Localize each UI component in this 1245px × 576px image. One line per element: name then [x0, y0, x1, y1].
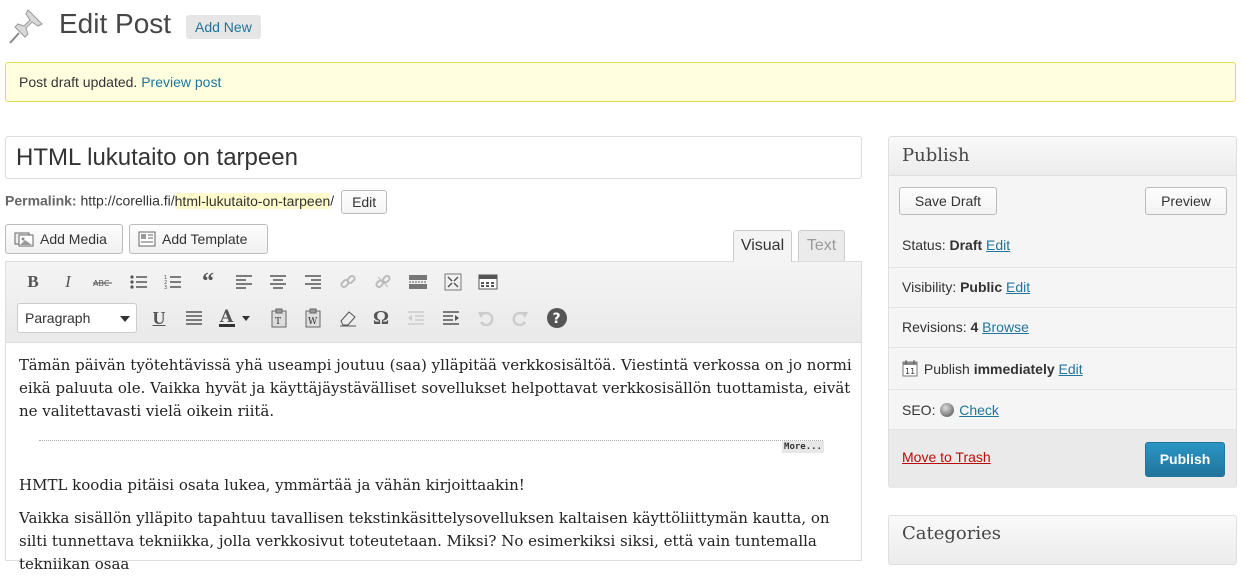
- page-title: Edit Post: [59, 8, 172, 39]
- permalink-label: Permalink:: [5, 192, 77, 209]
- svg-text:3: 3: [164, 285, 167, 290]
- outdent-icon[interactable]: [404, 306, 428, 330]
- pushpin-icon: [9, 9, 43, 44]
- calendar-day: 11: [905, 367, 915, 376]
- underline-icon[interactable]: U: [147, 306, 171, 330]
- notice-text: Post draft updated.: [19, 74, 138, 90]
- more-tag: More...: [782, 441, 824, 453]
- insert-more-icon[interactable]: [406, 270, 430, 294]
- format-select-value: Paragraph: [25, 310, 91, 326]
- preview-post-link[interactable]: Preview post: [141, 74, 221, 90]
- fullscreen-icon[interactable]: [441, 270, 465, 294]
- seo-status-dot-icon: [940, 403, 955, 417]
- revisions-count: 4: [970, 319, 979, 335]
- publish-edit-link[interactable]: Edit: [1059, 361, 1083, 377]
- seo-label: SEO:: [902, 402, 936, 418]
- italic-icon[interactable]: I: [56, 270, 80, 294]
- visibility-edit-link[interactable]: Edit: [1006, 279, 1030, 295]
- tab-visual[interactable]: Visual: [733, 230, 792, 262]
- numbered-list-icon[interactable]: 123: [161, 270, 185, 294]
- format-select[interactable]: Paragraph: [17, 303, 137, 333]
- publish-box: Publish Save Draft Preview Status: Draft…: [888, 136, 1237, 488]
- status-label: Status:: [902, 237, 946, 253]
- seo-row: SEO: Check: [889, 389, 1236, 430]
- seo-check-link[interactable]: Check: [959, 402, 999, 418]
- notice-message: Post draft updated. Preview post: [19, 74, 221, 90]
- visibility-label: Visibility:: [902, 279, 957, 295]
- align-left-icon[interactable]: [232, 270, 256, 294]
- revisions-label: Revisions:: [902, 319, 967, 335]
- editor-content[interactable]: Tämän päivän työtehtävissä yhä useampi j…: [19, 354, 854, 423]
- editor-toolbar: B I ABC 123 “ Paragraph U A T W Ω ?: [6, 262, 861, 343]
- eraser-icon[interactable]: [336, 306, 360, 330]
- chevron-down-icon: [120, 316, 130, 322]
- schedule-row: 11 Publish immediately Edit: [889, 347, 1236, 390]
- publish-label: Publish: [923, 361, 970, 377]
- post-title-input[interactable]: [5, 136, 862, 179]
- align-center-icon[interactable]: [266, 270, 290, 294]
- publish-button[interactable]: Publish: [1145, 442, 1225, 477]
- content-paragraph: Tämän päivän työtehtävissä yhä useampi j…: [19, 356, 852, 420]
- content-paragraph: Vaikka sisällön ylläpito tapahtuu tavall…: [19, 509, 830, 573]
- unlink-icon[interactable]: [371, 270, 395, 294]
- page-header: Edit Post Add New: [0, 0, 1245, 52]
- bold-icon[interactable]: B: [21, 270, 45, 294]
- undo-icon[interactable]: [474, 306, 498, 330]
- bullet-list-icon[interactable]: [127, 270, 151, 294]
- publish-box-title: Publish: [902, 145, 970, 166]
- media-icon: [14, 232, 34, 247]
- more-divider: [39, 440, 823, 441]
- preview-button[interactable]: Preview: [1145, 187, 1227, 215]
- publish-schedule-value: immediately: [973, 361, 1055, 377]
- svg-text:W: W: [308, 317, 318, 327]
- help-icon[interactable]: ?: [545, 306, 569, 330]
- add-template-button[interactable]: Add Template: [129, 224, 268, 254]
- status-row: Status: Draft Edit: [889, 227, 1236, 267]
- tab-text[interactable]: Text: [798, 230, 845, 261]
- permalink-trailing: /: [330, 192, 335, 209]
- text-color-icon[interactable]: A: [216, 306, 256, 330]
- editor-content-continued[interactable]: HMTL koodia pitäisi osata lukea, ymmärtä…: [19, 474, 854, 576]
- add-media-button[interactable]: Add Media: [5, 224, 123, 254]
- save-draft-button[interactable]: Save Draft: [899, 187, 997, 215]
- post-editor: B I ABC 123 “ Paragraph U A T W Ω ? Tämä…: [5, 261, 862, 573]
- categories-title: Categories: [902, 523, 1001, 544]
- status-value: Draft: [949, 237, 983, 253]
- content-paragraph: HMTL koodia pitäisi osata lukea, ymmärtä…: [19, 476, 525, 494]
- categories-box: Categories: [888, 515, 1237, 565]
- svg-text:?: ?: [553, 311, 561, 327]
- permalink-base: http://corellia.fi/: [80, 192, 175, 209]
- paste-word-icon[interactable]: W: [301, 306, 325, 330]
- publish-box-header[interactable]: Publish: [889, 137, 1236, 176]
- revisions-row: Revisions: 4 Browse: [889, 307, 1236, 348]
- status-edit-link[interactable]: Edit: [986, 237, 1010, 253]
- permalink-slug[interactable]: html-lukutaito-on-tarpeen: [174, 192, 331, 209]
- special-character-icon[interactable]: Ω: [369, 306, 393, 330]
- align-right-icon[interactable]: [301, 270, 325, 294]
- add-media-label: Add Media: [40, 231, 107, 247]
- permalink: Permalink: http://corellia.fi/html-lukut…: [5, 190, 388, 214]
- template-icon: [138, 231, 156, 247]
- link-icon[interactable]: [336, 270, 360, 294]
- update-notice: Post draft updated. Preview post: [5, 62, 1236, 102]
- revisions-browse-link[interactable]: Browse: [982, 319, 1029, 335]
- redo-icon[interactable]: [508, 306, 532, 330]
- add-new-button[interactable]: Add New: [186, 15, 261, 39]
- svg-text:T: T: [275, 317, 281, 327]
- add-template-label: Add Template: [162, 231, 248, 247]
- paste-text-icon[interactable]: T: [267, 306, 291, 330]
- justify-icon[interactable]: [182, 306, 206, 330]
- calendar-icon: 11: [902, 360, 918, 377]
- blockquote-icon[interactable]: “: [196, 269, 220, 295]
- indent-icon[interactable]: [439, 306, 463, 330]
- visibility-row: Visibility: Public Edit: [889, 267, 1236, 308]
- permalink-edit-button[interactable]: Edit: [341, 190, 388, 214]
- move-to-trash-link[interactable]: Move to Trash: [902, 449, 991, 465]
- toolbar-toggle-icon[interactable]: [476, 270, 500, 294]
- strikethrough-icon[interactable]: ABC: [91, 270, 115, 294]
- visibility-value: Public: [960, 279, 1003, 295]
